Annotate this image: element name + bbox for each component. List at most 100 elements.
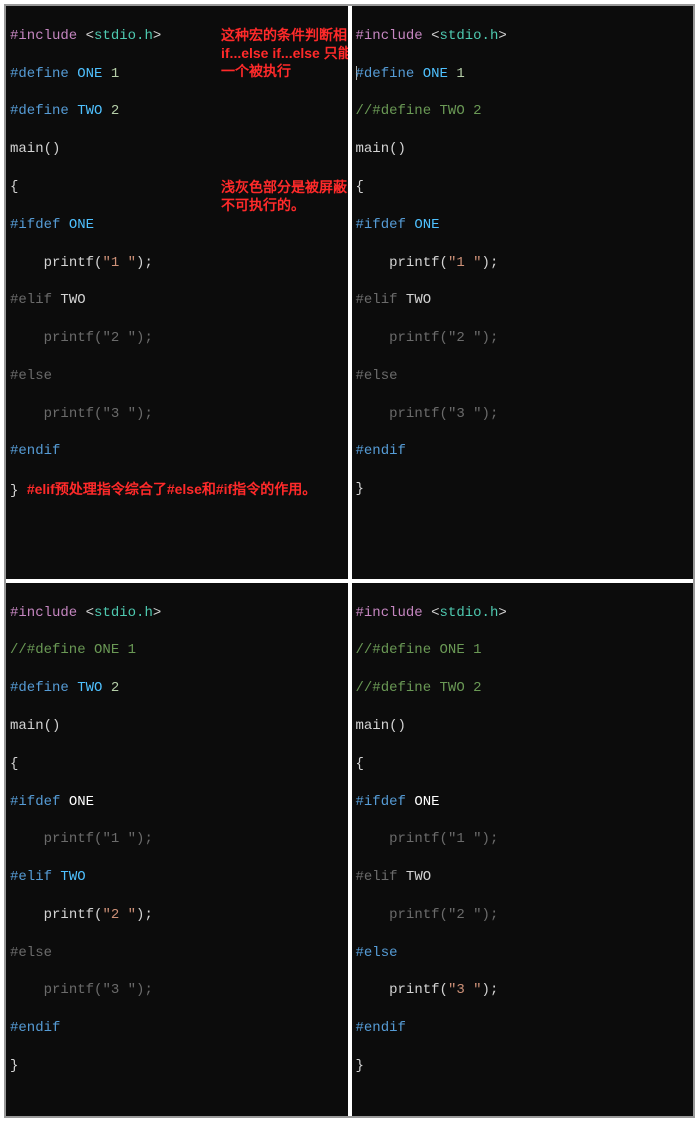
- macro-one-ref: ONE: [69, 217, 94, 233]
- ifdef-directive: #ifdef: [356, 217, 406, 233]
- lparen-dim2: (: [440, 406, 448, 422]
- rparen: ): [482, 255, 490, 271]
- angle-left: <: [431, 28, 439, 44]
- macro-two-ref: TWO: [60, 292, 85, 308]
- fn-printf-dim: printf: [44, 831, 94, 847]
- macro-two: TWO: [77, 680, 102, 696]
- comment-two: //#define TWO 2: [356, 680, 482, 696]
- lparen: (: [440, 255, 448, 271]
- open-brace: {: [356, 756, 364, 772]
- code-panel-2: #include <stdio.h> #define ONE 1 //#defi…: [352, 6, 694, 579]
- lparen-dim: (: [94, 831, 102, 847]
- elif-directive: #elif: [10, 292, 52, 308]
- fn-printf: printf: [44, 255, 94, 271]
- fn-printf: printf: [44, 907, 94, 923]
- open-brace: {: [356, 179, 364, 195]
- rparen: ): [482, 982, 490, 998]
- macro-two: TWO: [77, 103, 102, 119]
- angle-right: >: [153, 28, 161, 44]
- str-1-dim: "1 ": [448, 831, 482, 847]
- semi: ;: [490, 255, 498, 271]
- define-directive: #define: [10, 66, 69, 82]
- else-directive: #else: [10, 945, 52, 961]
- angle-left: <: [431, 605, 439, 621]
- parens: (): [44, 141, 61, 157]
- open-brace: {: [10, 756, 18, 772]
- str-1: "1 ": [102, 255, 136, 271]
- include-directive: #include: [10, 605, 77, 621]
- ifdef-directive: #ifdef: [356, 794, 406, 810]
- macro-one-ref: ONE: [69, 794, 94, 810]
- else-directive: #else: [356, 945, 398, 961]
- str-3: "3 ": [448, 982, 482, 998]
- endif-directive: #endif: [10, 443, 60, 459]
- rparen: ): [136, 907, 144, 923]
- define-directive: #define: [10, 103, 69, 119]
- ifdef-directive: #ifdef: [10, 217, 60, 233]
- fn-main: main: [10, 141, 44, 157]
- include-directive: #include: [10, 28, 77, 44]
- header-name: stdio.h: [94, 605, 153, 621]
- define-directive: #define: [10, 680, 69, 696]
- fn-printf-dim: printf: [389, 330, 439, 346]
- value-2: 2: [111, 103, 119, 119]
- code-grid: #include <stdio.h> #define ONE 1 #define…: [4, 4, 695, 1118]
- str-3-dim: "3 ": [102, 982, 136, 998]
- else-directive: #else: [356, 368, 398, 384]
- angle-right: >: [498, 605, 506, 621]
- endif-directive: #endif: [356, 443, 406, 459]
- value-2: 2: [111, 680, 119, 696]
- str-1: "1 ": [448, 255, 482, 271]
- fn-printf: printf: [389, 255, 439, 271]
- rparen-dim: ): [136, 831, 144, 847]
- semi-dim: ;: [490, 831, 498, 847]
- str-3-dim: "3 ": [102, 406, 136, 422]
- rparen-dim2: ): [482, 907, 490, 923]
- header-name: stdio.h: [94, 28, 153, 44]
- semi: ;: [144, 255, 152, 271]
- semi: ;: [490, 982, 498, 998]
- open-brace: {: [10, 179, 18, 195]
- code-panel-3: #include <stdio.h> //#define ONE 1 #defi…: [6, 583, 348, 1116]
- fn-main: main: [356, 718, 390, 734]
- semi-dim: ;: [144, 831, 152, 847]
- fn-printf-dim2: printf: [389, 907, 439, 923]
- lparen-dim2: (: [94, 982, 102, 998]
- angle-left: <: [86, 605, 94, 621]
- comment-one: //#define ONE 1: [10, 642, 136, 658]
- str-3-dim: "3 ": [448, 406, 482, 422]
- semi-dim2: ;: [490, 406, 498, 422]
- macro-one: ONE: [423, 66, 448, 82]
- fn-printf-dim2: printf: [44, 982, 94, 998]
- close-brace: }: [10, 1058, 18, 1074]
- semi: ;: [144, 907, 152, 923]
- ifdef-directive: #ifdef: [10, 794, 60, 810]
- str-1-dim: "1 ": [102, 831, 136, 847]
- angle-right: >: [498, 28, 506, 44]
- lparen-dim: (: [440, 330, 448, 346]
- close-brace: }: [10, 483, 18, 499]
- fn-printf-dim: printf: [44, 330, 94, 346]
- macro-two-ref: TWO: [60, 869, 85, 885]
- header-name: stdio.h: [440, 605, 499, 621]
- rparen-dim2: ): [136, 982, 144, 998]
- semi-dim2: ;: [490, 907, 498, 923]
- header-name: stdio.h: [440, 28, 499, 44]
- else-directive: #else: [10, 368, 52, 384]
- semi-dim: ;: [490, 330, 498, 346]
- caption-text: #elif预处理指令综合了#else和#if指令的作用。: [27, 481, 316, 497]
- fn-printf-dim2: printf: [44, 406, 94, 422]
- code-panel-4: #include <stdio.h> //#define ONE 1 //#de…: [352, 583, 694, 1116]
- elif-directive: #elif: [356, 292, 398, 308]
- include-directive: #include: [356, 28, 423, 44]
- fn-printf-dim: printf: [389, 831, 439, 847]
- comment-two: //#define TWO 2: [356, 103, 482, 119]
- parens: (): [44, 718, 61, 734]
- fn-printf-dim2: printf: [389, 406, 439, 422]
- fn-main: main: [356, 141, 390, 157]
- rparen-dim: ): [482, 831, 490, 847]
- str-2-dim: "2 ": [102, 330, 136, 346]
- parens: (): [389, 141, 406, 157]
- annotation-2: 浅灰色部分是被屏蔽的，不可执行的。: [221, 178, 348, 214]
- value-1: 1: [456, 66, 464, 82]
